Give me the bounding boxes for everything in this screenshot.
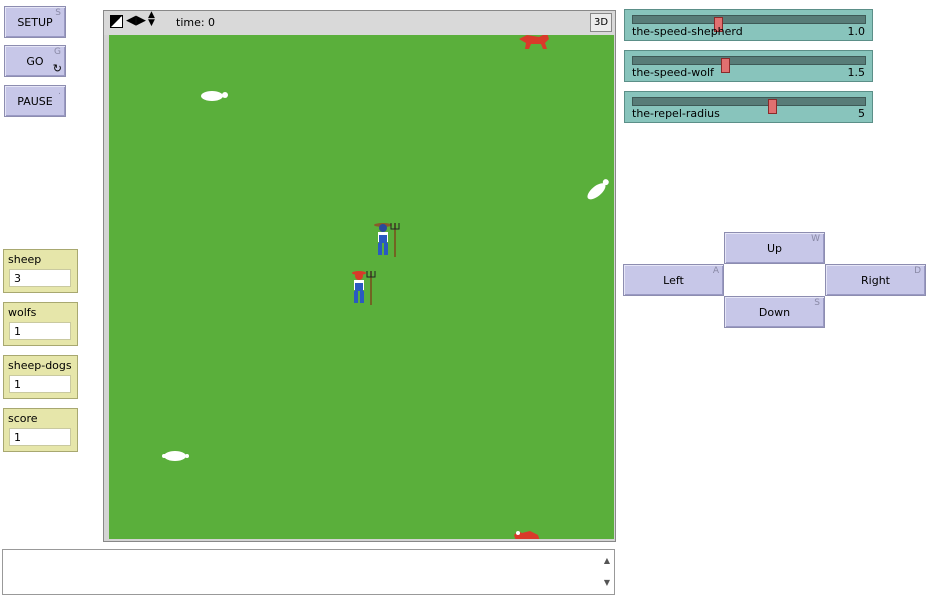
score-monitor: score 1 bbox=[3, 408, 78, 452]
wolf-icon bbox=[519, 35, 549, 49]
left-key-hint: A bbox=[712, 266, 719, 276]
monitor-value: 3 bbox=[9, 269, 71, 287]
down-button-label: Down bbox=[758, 305, 791, 319]
slider-thumb[interactable] bbox=[768, 99, 777, 114]
speed-shepherd-slider[interactable]: the-speed-shepherd 1.0 bbox=[624, 9, 873, 41]
setup-key-hint: S bbox=[55, 8, 61, 18]
sheep-icon bbox=[587, 179, 609, 200]
tick-counter: time: 0 bbox=[176, 16, 216, 29]
slider-value: 5 bbox=[858, 107, 865, 120]
setup-button-label: SETUP bbox=[17, 15, 53, 29]
repel-radius-slider[interactable]: the-repel-radius 5 bbox=[624, 91, 873, 123]
down-key-hint: S bbox=[814, 298, 820, 308]
slider-thumb[interactable] bbox=[721, 58, 730, 73]
slider-value: 1.5 bbox=[847, 66, 866, 79]
sheep-dogs-monitor: sheep-dogs 1 bbox=[3, 355, 78, 399]
vertical-arrows-icon[interactable]: ▲ ▼ bbox=[148, 11, 155, 28]
slider-value: 1.0 bbox=[847, 25, 866, 38]
view-toolbar: ◀▶ ▲ ▼ time: 0 3D bbox=[104, 11, 615, 35]
slider-label: the-speed-shepherd bbox=[632, 25, 743, 38]
shepherd-icon bbox=[352, 271, 376, 305]
slider-track[interactable] bbox=[632, 97, 866, 114]
world-canvas[interactable] bbox=[109, 35, 614, 539]
command-center[interactable]: ▲ ▼ bbox=[2, 549, 615, 595]
setup-button[interactable]: SETUP S bbox=[4, 6, 66, 38]
monitor-label: score bbox=[8, 412, 38, 425]
up-key-hint: W bbox=[811, 234, 820, 244]
speed-wolf-slider[interactable]: the-speed-wolf 1.5 bbox=[624, 50, 873, 82]
down-button[interactable]: Down S bbox=[724, 296, 825, 328]
3d-button[interactable]: 3D bbox=[590, 13, 612, 32]
scroll-down-icon[interactable]: ▼ bbox=[604, 578, 610, 587]
monitor-value: 1 bbox=[9, 375, 71, 393]
slider-label: the-repel-radius bbox=[632, 107, 720, 120]
monitor-label: sheep-dogs bbox=[8, 359, 72, 372]
horizontal-arrows-icon[interactable]: ◀▶ bbox=[126, 13, 146, 28]
slider-label: the-speed-wolf bbox=[632, 66, 714, 79]
scroll-up-icon[interactable]: ▲ bbox=[604, 556, 610, 565]
pause-key-hint: . bbox=[58, 87, 61, 97]
world-view: ◀▶ ▲ ▼ time: 0 3D bbox=[103, 10, 616, 542]
wolfs-monitor: wolfs 1 bbox=[3, 302, 78, 346]
edge-wrap-icon[interactable] bbox=[110, 15, 123, 28]
go-button[interactable]: GO G ↻ bbox=[4, 45, 66, 77]
sheep-monitor: sheep 3 bbox=[3, 249, 78, 293]
left-button-label: Left bbox=[663, 273, 684, 287]
slider-track[interactable] bbox=[632, 56, 866, 73]
left-button[interactable]: Left A bbox=[623, 264, 724, 296]
go-button-label: GO bbox=[26, 54, 44, 68]
right-key-hint: D bbox=[914, 266, 921, 276]
sheep-icon bbox=[162, 451, 189, 461]
wolf-icon bbox=[514, 531, 540, 539]
pause-button[interactable]: PAUSE . bbox=[4, 85, 66, 117]
go-key-hint: G bbox=[54, 47, 61, 57]
monitor-label: wolfs bbox=[8, 306, 37, 319]
monitor-label: sheep bbox=[8, 253, 42, 266]
slider-track[interactable] bbox=[632, 15, 866, 32]
up-button[interactable]: Up W bbox=[724, 232, 825, 264]
sheep-icon bbox=[201, 91, 228, 101]
up-button-label: Up bbox=[766, 241, 783, 255]
shepherd-icon bbox=[374, 223, 400, 257]
monitor-value: 1 bbox=[9, 322, 71, 340]
right-button-label: Right bbox=[861, 273, 890, 287]
pause-button-label: PAUSE bbox=[17, 94, 53, 108]
monitor-value: 1 bbox=[9, 428, 71, 446]
forever-icon: ↻ bbox=[52, 62, 62, 75]
right-button[interactable]: Right D bbox=[825, 264, 926, 296]
